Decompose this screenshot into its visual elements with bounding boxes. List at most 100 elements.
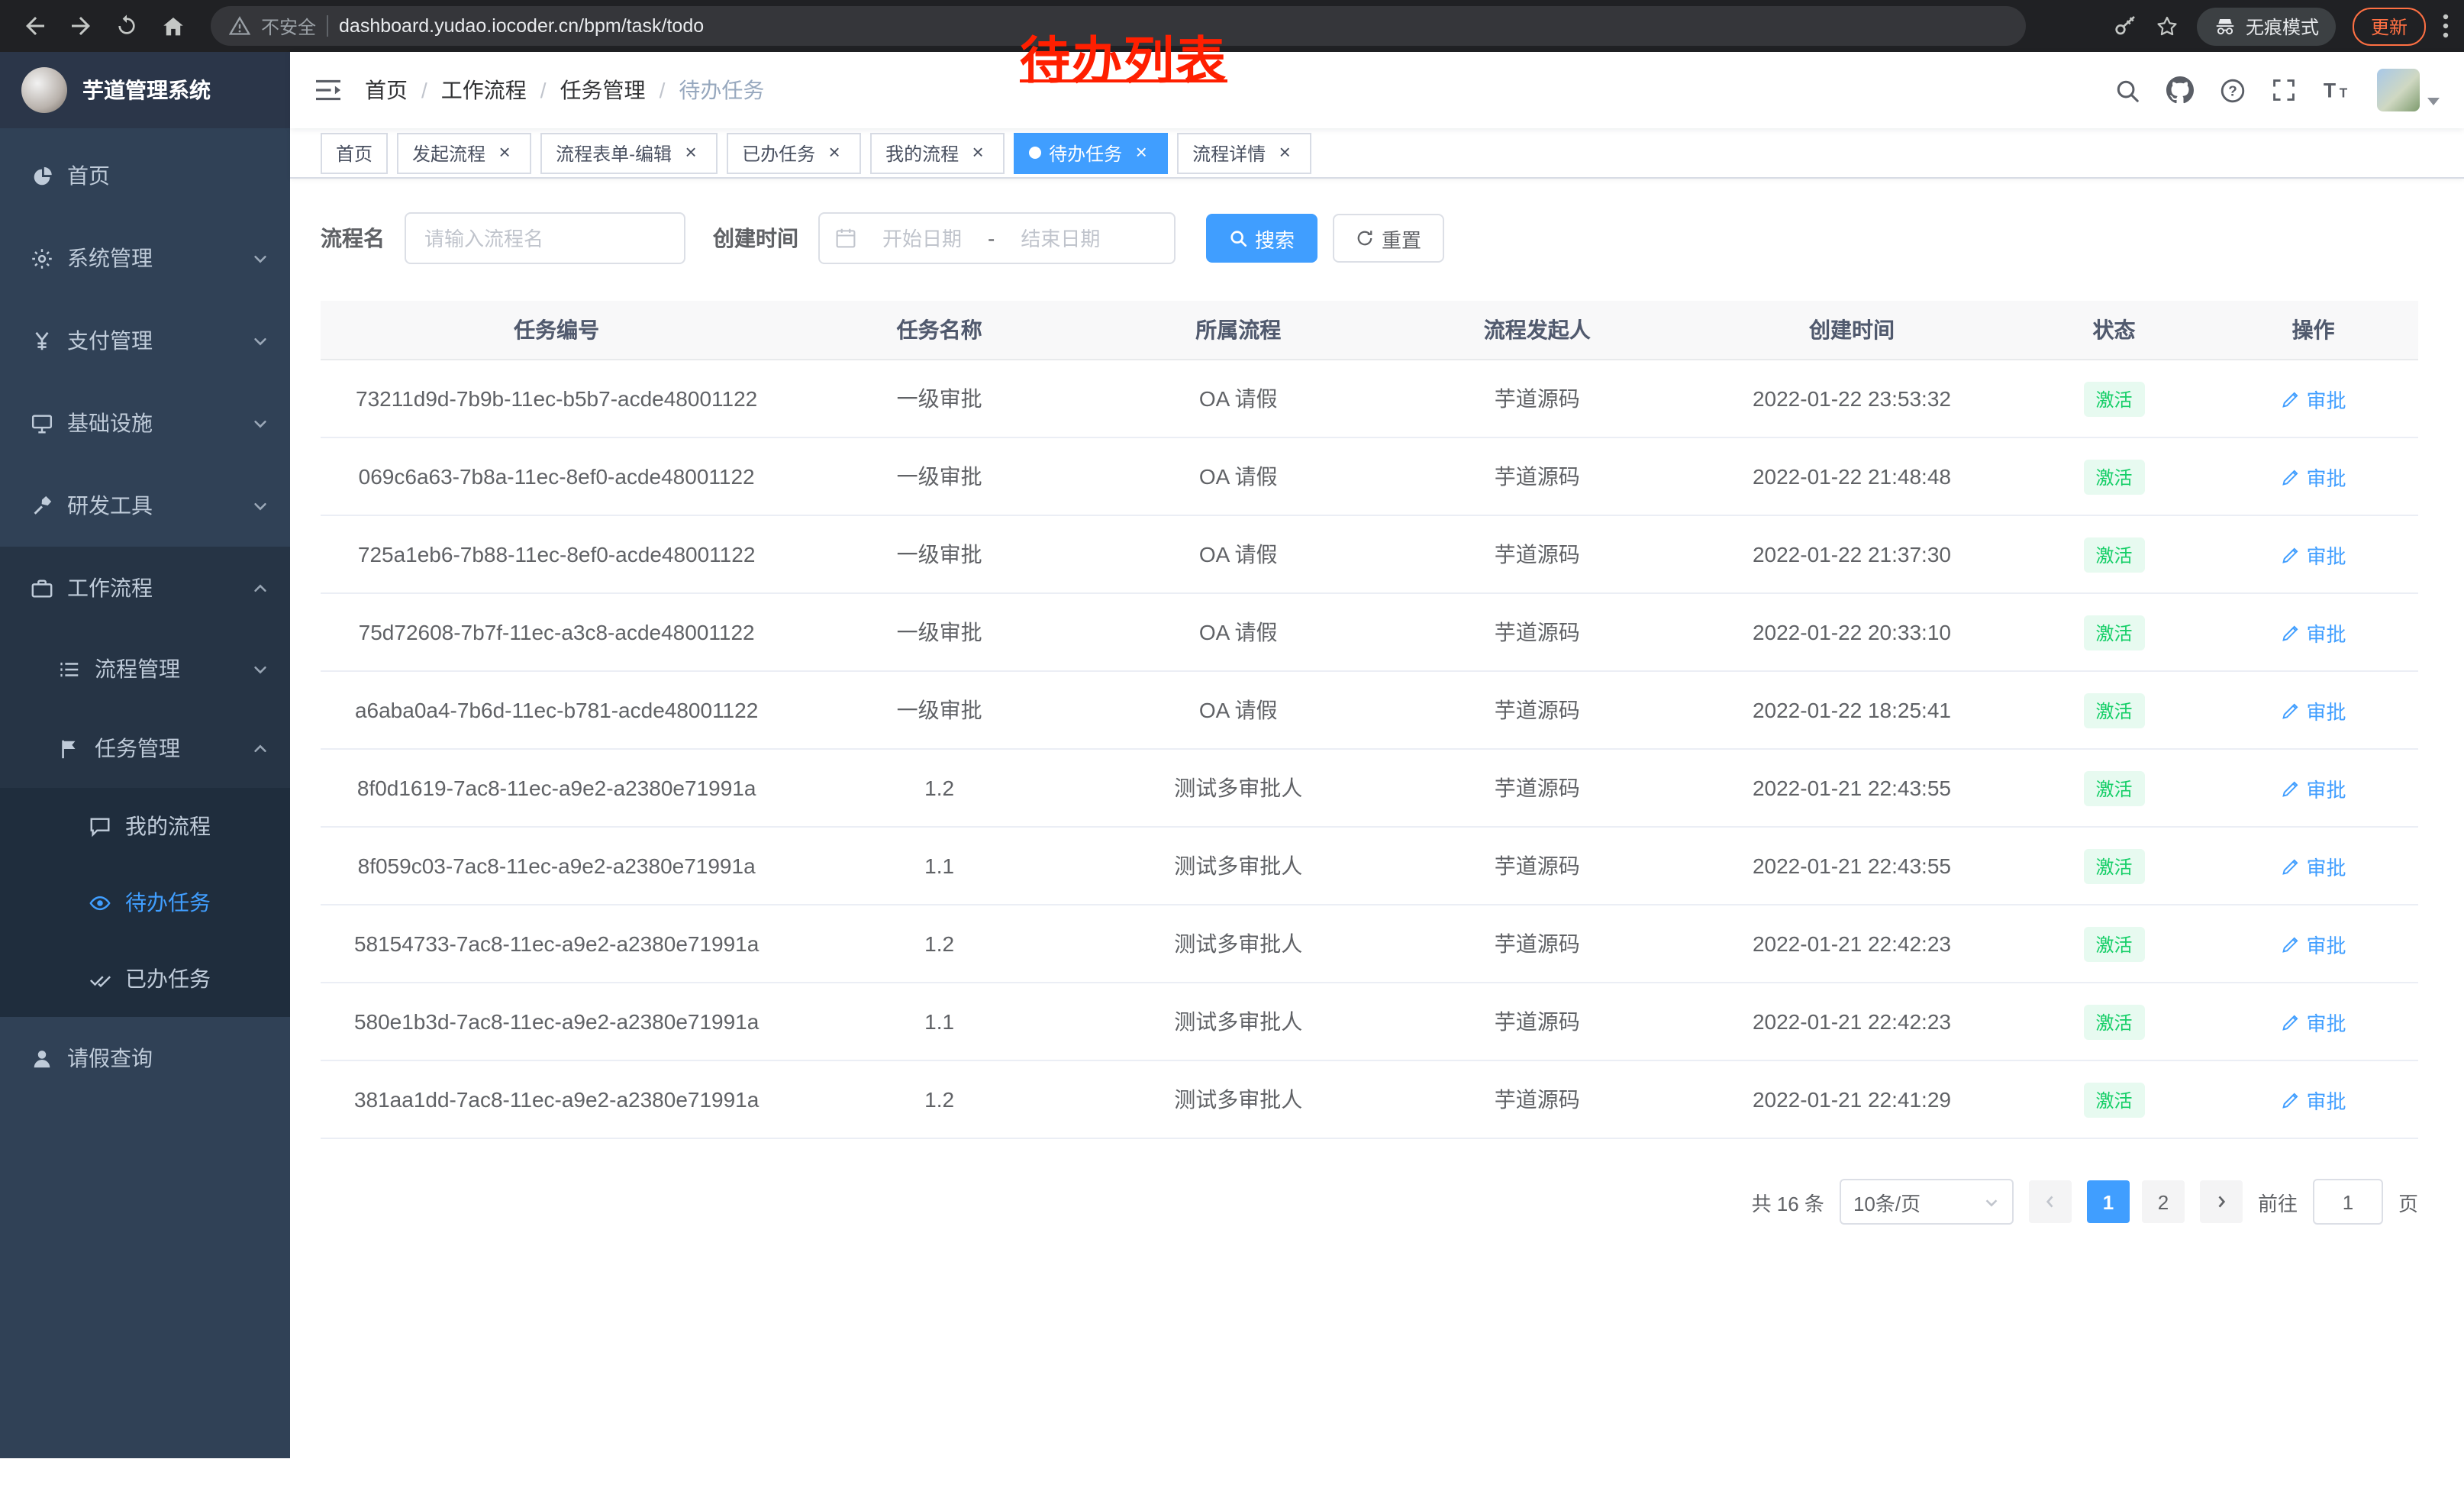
create-time-cell: 2022-01-22 23:53:32: [1684, 360, 2020, 437]
search-icon: [1229, 229, 1247, 247]
tab-5[interactable]: 待办任务×: [1014, 132, 1168, 173]
sidebar-item-3[interactable]: 基础设施: [0, 382, 290, 464]
approve-link[interactable]: 审批: [2281, 462, 2346, 491]
page-button-1[interactable]: 1: [2087, 1180, 2130, 1223]
search-icon[interactable]: [2114, 77, 2140, 103]
sidebar-item-1[interactable]: 系统管理: [0, 217, 290, 299]
approve-link[interactable]: 审批: [2281, 540, 2346, 569]
forward-icon[interactable]: [61, 6, 101, 46]
initiator-cell: 芋道源码: [1390, 671, 1684, 749]
sidebar-item-label: 我的流程: [125, 811, 211, 841]
prev-page-button[interactable]: [2029, 1180, 2072, 1223]
avatar[interactable]: [2377, 69, 2420, 111]
create-time-label: 创建时间: [713, 223, 798, 253]
annotation-text: 待办列表: [1020, 20, 1227, 93]
close-tab-icon[interactable]: ×: [493, 141, 516, 164]
tools-icon: [31, 494, 53, 517]
status-badge: 激活: [2083, 926, 2144, 961]
tab-0[interactable]: 首页: [321, 132, 388, 173]
breadcrumb-item[interactable]: 任务管理: [560, 75, 646, 105]
create-time-cell: 2022-01-21 22:43:55: [1684, 749, 2020, 827]
sidebar-item-7[interactable]: 任务管理: [0, 709, 290, 788]
close-tab-icon[interactable]: ×: [679, 141, 702, 164]
sidebar-item-9[interactable]: 待办任务: [0, 864, 290, 941]
sidebar-item-4[interactable]: 研发工具: [0, 464, 290, 547]
status-badge: 激活: [2083, 537, 2144, 572]
reset-button[interactable]: 重置: [1333, 214, 1444, 263]
user-menu[interactable]: [2377, 69, 2440, 111]
approve-link[interactable]: 审批: [2281, 773, 2346, 802]
sidebar-item-5[interactable]: 工作流程: [0, 547, 290, 629]
start-date-input[interactable]: [863, 225, 982, 251]
sidebar-item-10[interactable]: 已办任务: [0, 941, 290, 1017]
reload-icon[interactable]: [107, 6, 147, 46]
update-button[interactable]: 更新: [2353, 7, 2426, 45]
chevron-down-icon: [1983, 1193, 2000, 1210]
task-icon: [58, 737, 81, 760]
sidebar-item-6[interactable]: 流程管理: [0, 629, 290, 709]
approve-link[interactable]: 审批: [2281, 618, 2346, 647]
breadcrumb-item[interactable]: 首页: [365, 75, 408, 105]
column-header-6: 操作: [2208, 301, 2418, 360]
close-tab-icon[interactable]: ×: [1130, 141, 1153, 164]
hamburger-icon[interactable]: [314, 78, 342, 102]
tab-6[interactable]: 流程详情×: [1177, 132, 1311, 173]
tab-2[interactable]: 流程表单-编辑×: [540, 132, 718, 173]
close-tab-icon[interactable]: ×: [1273, 141, 1296, 164]
status-badge: 激活: [2083, 615, 2144, 650]
approve-link[interactable]: 审批: [2281, 1085, 2346, 1114]
task-name-cell: 一级审批: [792, 515, 1086, 593]
page-button-2[interactable]: 2: [2142, 1180, 2185, 1223]
search-button[interactable]: 搜索: [1206, 214, 1317, 263]
approve-link[interactable]: 审批: [2281, 1007, 2346, 1036]
user-icon: [31, 1047, 53, 1070]
next-page-button[interactable]: [2200, 1180, 2243, 1223]
bookmark-star-icon[interactable]: [2154, 13, 2180, 39]
action-cell: 审批: [2208, 360, 2418, 437]
create-time-cell: 2022-01-21 22:43:55: [1684, 827, 2020, 905]
process-cell: 测试多审批人: [1086, 827, 1390, 905]
back-icon[interactable]: [15, 6, 55, 46]
breadcrumb-item[interactable]: 工作流程: [441, 75, 527, 105]
font-size-icon[interactable]: TT: [2322, 78, 2351, 102]
goto-page-input[interactable]: [2313, 1179, 2383, 1225]
sidebar-item-8[interactable]: 我的流程: [0, 788, 290, 864]
app-logo[interactable]: 芋道管理系统: [0, 52, 290, 128]
github-icon[interactable]: [2166, 76, 2194, 104]
kebab-menu-icon[interactable]: [2443, 14, 2449, 38]
process-name-input[interactable]: [405, 212, 685, 264]
process-cell: 测试多审批人: [1086, 905, 1390, 983]
approve-link[interactable]: 审批: [2281, 851, 2346, 880]
question-icon[interactable]: ?: [2220, 77, 2246, 103]
create-time-cell: 2022-01-21 22:42:23: [1684, 905, 2020, 983]
approve-link[interactable]: 审批: [2281, 696, 2346, 725]
tab-1[interactable]: 发起流程 ×: [397, 132, 531, 173]
sidebar-item-2[interactable]: 支付管理: [0, 299, 290, 382]
home-icon[interactable]: [153, 6, 192, 46]
close-tab-icon[interactable]: ×: [966, 141, 989, 164]
key-icon[interactable]: [2113, 14, 2137, 38]
sidebar-item-label: 研发工具: [67, 490, 153, 521]
edit-icon: [2281, 1012, 2301, 1031]
status-badge: 激活: [2083, 459, 2144, 494]
date-range-picker[interactable]: -: [818, 212, 1176, 264]
sidebar-item-11[interactable]: 请假查询: [0, 1017, 290, 1099]
approve-link[interactable]: 审批: [2281, 929, 2346, 958]
approve-link[interactable]: 审批: [2281, 384, 2346, 413]
table-row: 58154733-7ac8-11ec-a9e2-a2380e71991a1.2测…: [321, 905, 2418, 983]
tab-label: 发起流程: [412, 140, 485, 166]
end-date-input[interactable]: [1001, 225, 1120, 251]
status-badge: 激活: [2083, 1004, 2144, 1039]
close-tab-icon[interactable]: ×: [823, 141, 846, 164]
approve-label: 审批: [2307, 618, 2346, 647]
tab-4[interactable]: 我的流程×: [870, 132, 1005, 173]
page-size-select[interactable]: 10条/页: [1840, 1179, 2014, 1225]
sidebar-item-label: 流程管理: [95, 654, 180, 684]
tab-3[interactable]: 已办任务×: [727, 132, 861, 173]
todo-table: 任务编号任务名称所属流程流程发起人创建时间状态操作 73211d9d-7b9b-…: [321, 301, 2418, 1139]
status-cell: 激活: [2020, 593, 2208, 671]
fullscreen-icon[interactable]: [2272, 78, 2296, 102]
process-cell: OA 请假: [1086, 671, 1390, 749]
approve-label: 审批: [2307, 851, 2346, 880]
sidebar-item-0[interactable]: 首页: [0, 134, 290, 217]
